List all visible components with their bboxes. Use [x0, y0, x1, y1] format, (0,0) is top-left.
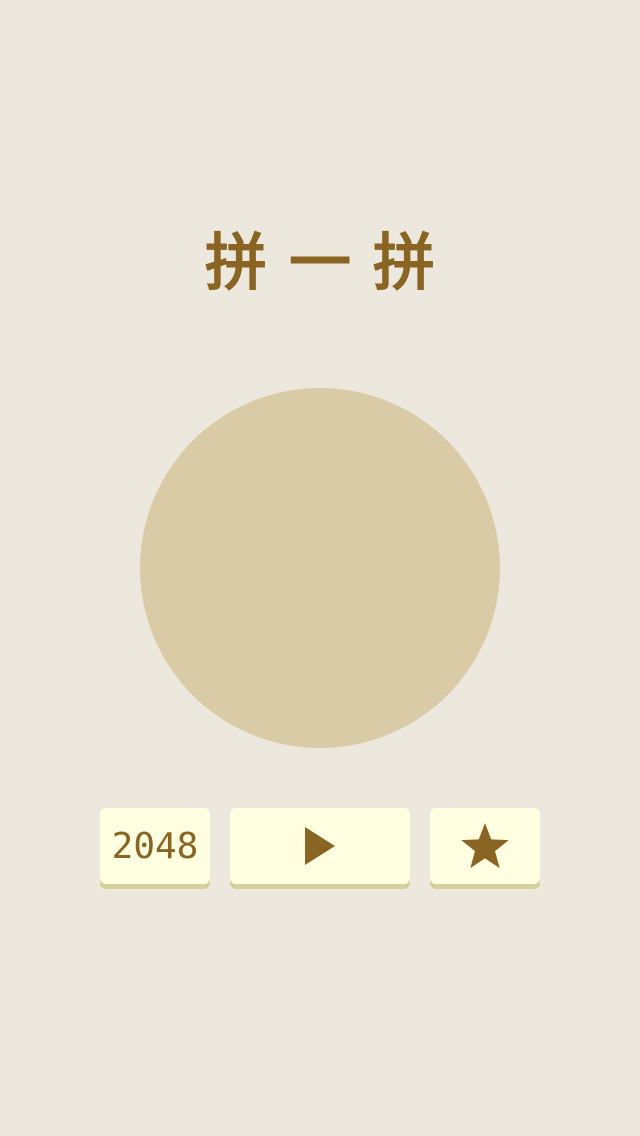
play-button[interactable] — [230, 808, 410, 884]
puzzle-disc — [140, 388, 500, 748]
play-icon — [303, 825, 337, 867]
star-icon — [460, 822, 510, 870]
game-title: 拼一拼 — [204, 226, 457, 299]
home-screen: 拼一拼 2048 — [0, 0, 640, 1136]
mode-2048-button[interactable]: 2048 — [100, 808, 210, 884]
favorites-button[interactable] — [430, 808, 540, 884]
mode-2048-label: 2048 — [111, 825, 199, 867]
